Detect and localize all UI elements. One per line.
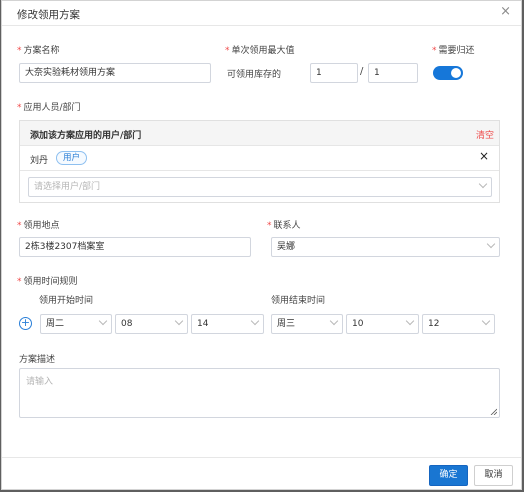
- start-minute-value: 14: [197, 319, 209, 329]
- stock-denominator-input[interactable]: 1: [368, 63, 418, 83]
- edit-plan-dialog: 修改领用方案 × * 方案名称 大奈实验耗材领用方案 * 单次领用最大值 可领用库存…: [1, 0, 522, 490]
- end-time-label: 领用结束时间: [271, 296, 326, 306]
- end-hour-value: 10: [352, 319, 364, 329]
- confirm-button[interactable]: 确定: [429, 465, 468, 486]
- add-time-rule-icon[interactable]: +: [19, 317, 32, 330]
- start-time-label: 领用开始时间: [39, 296, 94, 306]
- clear-users-button[interactable]: 清空: [476, 128, 494, 141]
- remove-user-icon[interactable]: ×: [479, 150, 489, 162]
- user-department-select[interactable]: 请选择用户/部门: [28, 177, 492, 197]
- chevron-down-icon: [174, 316, 184, 326]
- required-mark: *: [432, 46, 437, 56]
- location-label: * 领用地点: [17, 218, 60, 231]
- chevron-down-icon: [329, 316, 339, 326]
- required-mark: *: [17, 103, 22, 113]
- max-single-label-text: 单次领用最大值: [231, 46, 295, 56]
- start-minute-select[interactable]: 14: [191, 314, 264, 334]
- need-return-label: * 需要归还: [432, 43, 475, 56]
- required-mark: *: [17, 221, 22, 231]
- resize-grip-icon[interactable]: [490, 408, 497, 415]
- dialog-footer: 确定 取消: [2, 457, 521, 491]
- chevron-down-icon: [481, 316, 491, 326]
- chevron-down-icon: [250, 316, 260, 326]
- dialog-header: 修改领用方案 ×: [2, 1, 521, 26]
- applies-to-label: * 应用人员/部门: [17, 100, 81, 113]
- applied-users-header: 添加该方案应用的用户/部门 清空: [20, 121, 499, 146]
- end-day-select[interactable]: 周三: [271, 314, 343, 334]
- required-mark: *: [267, 221, 272, 231]
- required-mark: *: [225, 46, 230, 56]
- user-select-placeholder: 请选择用户/部门: [34, 182, 101, 192]
- plan-name-input[interactable]: 大奈实验耗材领用方案: [19, 63, 211, 83]
- ratio-separator: /: [360, 66, 364, 77]
- time-rule-label-text: 领用时间规则: [23, 277, 78, 287]
- contact-select[interactable]: 吴娜: [271, 237, 500, 257]
- chevron-down-icon: [478, 179, 488, 189]
- need-return-toggle[interactable]: [433, 66, 463, 80]
- plan-name-label-text: 方案名称: [23, 46, 60, 56]
- end-minute-value: 12: [428, 319, 440, 329]
- description-placeholder: 请输入: [26, 377, 54, 387]
- location-input[interactable]: 2栋3楼2307档案室: [19, 237, 251, 257]
- toggle-knob: [451, 68, 461, 78]
- end-minute-select[interactable]: 12: [422, 314, 495, 334]
- cancel-button[interactable]: 取消: [474, 465, 513, 486]
- stock-ratio-label: 可领用库存的: [227, 70, 282, 80]
- need-return-label-text: 需要归还: [438, 46, 475, 56]
- end-day-value: 周三: [277, 319, 296, 329]
- close-icon[interactable]: ×: [500, 5, 511, 18]
- required-mark: *: [17, 46, 22, 56]
- start-day-value: 周二: [46, 319, 65, 329]
- chevron-down-icon: [98, 316, 108, 326]
- location-label-text: 领用地点: [23, 221, 60, 231]
- contact-label: * 联系人: [267, 218, 301, 231]
- user-name: 刘丹: [30, 156, 49, 166]
- applied-users-title: 添加该方案应用的用户/部门: [30, 131, 142, 141]
- chevron-down-icon: [486, 239, 496, 249]
- required-mark: *: [17, 277, 22, 287]
- user-row: 刘丹 用户 ×: [20, 146, 499, 171]
- plan-name-label: * 方案名称: [17, 43, 60, 56]
- applies-to-label-text: 应用人员/部门: [23, 103, 81, 113]
- start-day-select[interactable]: 周二: [40, 314, 112, 334]
- description-textarea[interactable]: 请输入: [19, 368, 500, 418]
- description-label: 方案描述: [19, 355, 56, 365]
- stock-numerator-input[interactable]: 1: [310, 63, 358, 83]
- user-type-badge: 用户: [56, 151, 88, 165]
- end-hour-select[interactable]: 10: [346, 314, 419, 334]
- contact-label-text: 联系人: [273, 221, 301, 231]
- max-single-label: * 单次领用最大值: [225, 43, 295, 56]
- dialog-title: 修改领用方案: [17, 9, 80, 21]
- start-hour-value: 08: [121, 319, 133, 329]
- contact-value: 吴娜: [277, 242, 296, 252]
- chevron-down-icon: [405, 316, 415, 326]
- start-hour-select[interactable]: 08: [115, 314, 188, 334]
- time-rule-label: * 领用时间规则: [17, 274, 78, 287]
- applied-users-box: 添加该方案应用的用户/部门 清空 刘丹 用户 × 请选择用户/部门: [19, 120, 500, 203]
